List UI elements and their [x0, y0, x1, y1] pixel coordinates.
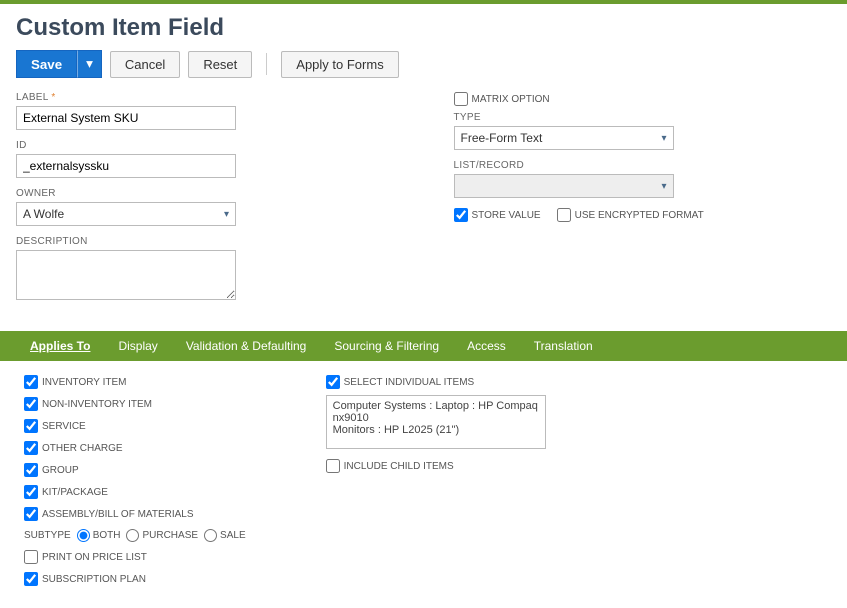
type-select[interactable]: Free-Form Text ▾: [454, 126, 674, 150]
select-individual-items-label: SELECT INDIVIDUAL ITEMS: [344, 377, 475, 388]
non-inventory-item-checkbox[interactable]: [24, 397, 38, 411]
save-dropdown-toggle[interactable]: ▾: [77, 50, 102, 78]
form-area: LABEL * ID OWNER A Wolfe ▾ DESCRIPTION M…: [0, 92, 847, 313]
action-buttons-row: Save ▾ Cancel Reset Apply to Forms: [0, 50, 847, 92]
right-column: MATRIX OPTION TYPE Free-Form Text ▾ LIST…: [454, 92, 832, 313]
checklist-label: ASSEMBLY/BILL OF MATERIALS: [42, 509, 194, 520]
description-textarea[interactable]: [16, 250, 236, 300]
id-input[interactable]: [16, 154, 236, 178]
tab-translation[interactable]: Translation: [520, 331, 607, 361]
individual-items-section: SELECT INDIVIDUAL ITEMS Computer Systems…: [326, 375, 546, 594]
subtype-both-radio[interactable]: [77, 529, 90, 542]
tab-body-applies-to: INVENTORY ITEM NON-INVENTORY ITEM SERVIC…: [0, 361, 847, 608]
print-on-price-list-checkbox[interactable]: [24, 550, 38, 564]
list-item: INVENTORY ITEM: [24, 375, 246, 389]
chevron-down-icon: ▾: [661, 133, 666, 144]
use-encrypted-checkbox[interactable]: [557, 208, 571, 222]
include-child-items-checkbox[interactable]: [326, 459, 340, 473]
tab-access[interactable]: Access: [453, 331, 520, 361]
type-field-label: TYPE: [454, 112, 832, 123]
button-divider: [266, 53, 267, 75]
checklist-label: OTHER CHARGE: [42, 443, 123, 454]
checklist-label: PRINT ON PRICE LIST: [42, 552, 147, 563]
tab-display[interactable]: Display: [104, 331, 171, 361]
owner-select[interactable]: A Wolfe ▾: [16, 202, 236, 226]
label-input[interactable]: [16, 106, 236, 130]
use-encrypted-label: USE ENCRYPTED FORMAT: [575, 210, 704, 221]
service-checkbox[interactable]: [24, 419, 38, 433]
subtype-purchase-label: PURCHASE: [142, 530, 198, 541]
list-item: NON-INVENTORY ITEM: [24, 397, 246, 411]
save-button[interactable]: Save: [16, 50, 77, 78]
owner-select-value: A Wolfe: [23, 207, 64, 221]
assembly-bom-checkbox[interactable]: [24, 507, 38, 521]
id-field-label: ID: [16, 140, 394, 151]
subtype-sale-radio[interactable]: [204, 529, 217, 542]
left-column: LABEL * ID OWNER A Wolfe ▾ DESCRIPTION: [16, 92, 394, 313]
subtype-label: SUBTYPE: [24, 530, 71, 541]
inventory-item-checkbox[interactable]: [24, 375, 38, 389]
cancel-button[interactable]: Cancel: [110, 51, 180, 78]
list-item: KIT/PACKAGE: [24, 485, 246, 499]
label-field-label: LABEL *: [16, 92, 394, 103]
checklist-label: GROUP: [42, 465, 79, 476]
subtype-sale-label: SALE: [220, 530, 246, 541]
description-field-label: DESCRIPTION: [16, 236, 394, 247]
save-button-group: Save ▾: [16, 50, 102, 78]
individual-items-textarea[interactable]: Computer Systems : Laptop : HP Compaq nx…: [326, 395, 546, 449]
tab-applies-to[interactable]: Applies To: [16, 331, 104, 361]
store-value-label: STORE VALUE: [472, 210, 541, 221]
store-value-checkbox[interactable]: [454, 208, 468, 222]
tabs-bar: Applies To Display Validation & Defaulti…: [0, 331, 847, 361]
kit-package-checkbox[interactable]: [24, 485, 38, 499]
type-select-value: Free-Form Text: [461, 131, 543, 145]
owner-field-label: OWNER: [16, 188, 394, 199]
page-title: Custom Item Field: [0, 4, 847, 50]
list-item: GROUP: [24, 463, 246, 477]
list-record-select[interactable]: ▾: [454, 174, 674, 198]
checklist-label: NON-INVENTORY ITEM: [42, 399, 152, 410]
list-record-field-label: LIST/RECORD: [454, 160, 832, 171]
group-checkbox[interactable]: [24, 463, 38, 477]
chevron-down-icon: ▾: [661, 181, 666, 192]
matrix-option-label: MATRIX OPTION: [472, 94, 550, 105]
matrix-option-checkbox[interactable]: [454, 92, 468, 106]
required-asterisk: *: [51, 92, 55, 103]
chevron-down-icon: ▾: [224, 209, 229, 220]
subtype-purchase-radio[interactable]: [126, 529, 139, 542]
subtype-both-label: BOTH: [93, 530, 121, 541]
subscription-plan-checkbox[interactable]: [24, 572, 38, 586]
tab-validation-defaulting[interactable]: Validation & Defaulting: [172, 331, 321, 361]
list-item: PRINT ON PRICE LIST: [24, 550, 246, 564]
reset-button[interactable]: Reset: [188, 51, 252, 78]
subtype-row: SUBTYPE BOTH PURCHASE SALE: [24, 529, 246, 542]
checklist-label: INVENTORY ITEM: [42, 377, 126, 388]
chevron-down-icon: ▾: [86, 56, 93, 72]
select-individual-items-checkbox[interactable]: [326, 375, 340, 389]
list-item: OTHER CHARGE: [24, 441, 246, 455]
include-child-items-label: INCLUDE CHILD ITEMS: [344, 461, 454, 472]
apply-to-forms-button[interactable]: Apply to Forms: [281, 51, 398, 78]
other-charge-checkbox[interactable]: [24, 441, 38, 455]
checklist-label: SERVICE: [42, 421, 86, 432]
list-item: ASSEMBLY/BILL OF MATERIALS: [24, 507, 246, 521]
list-item: SERVICE: [24, 419, 246, 433]
tab-sourcing-filtering[interactable]: Sourcing & Filtering: [320, 331, 453, 361]
list-item: SUBSCRIPTION PLAN: [24, 572, 246, 586]
applies-to-checklist: INVENTORY ITEM NON-INVENTORY ITEM SERVIC…: [24, 375, 246, 594]
checklist-label: SUBSCRIPTION PLAN: [42, 574, 146, 585]
checklist-label: KIT/PACKAGE: [42, 487, 108, 498]
